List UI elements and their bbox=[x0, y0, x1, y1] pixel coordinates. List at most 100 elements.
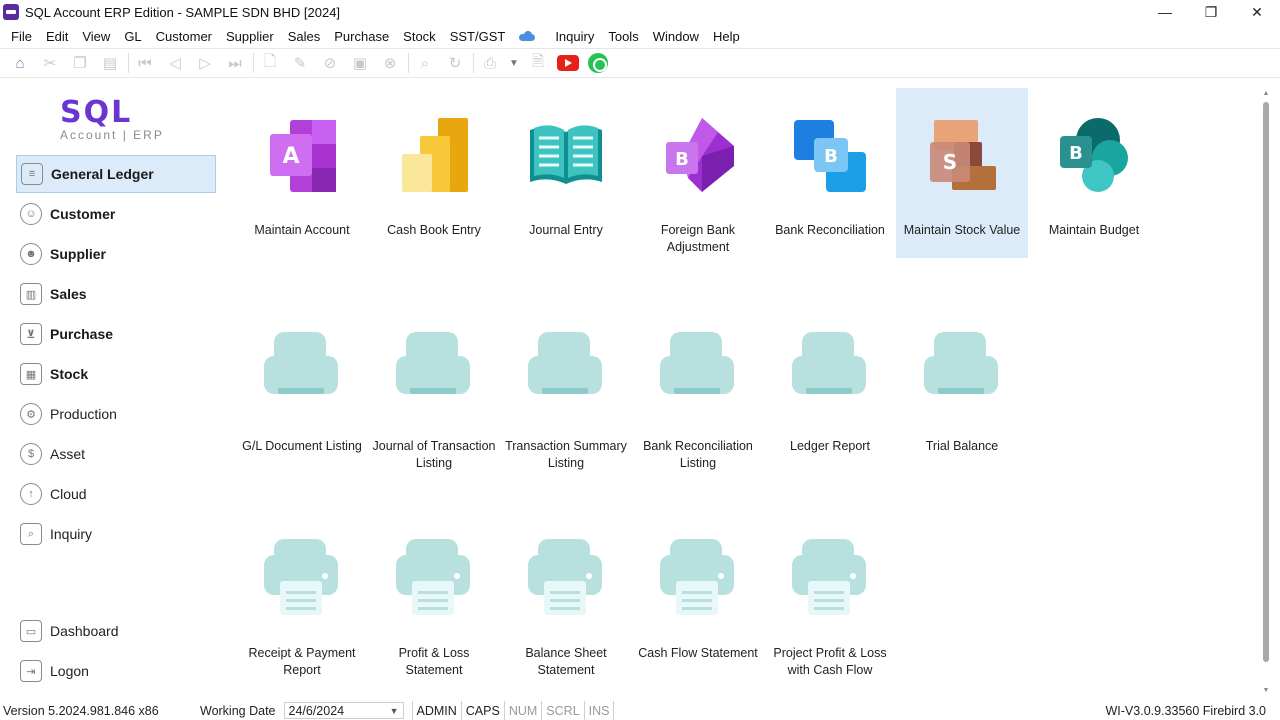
tile-trial-balance[interactable]: Trial Balance bbox=[896, 304, 1028, 474]
tile-gl-document-listing[interactable]: G/L Document Listing bbox=[236, 304, 368, 474]
tile-journal-of-transaction-listing[interactable]: Journal of Transaction Listing bbox=[368, 304, 500, 474]
scroll-down-icon[interactable]: ▼ bbox=[1262, 687, 1270, 695]
working-date-picker[interactable]: 24/6/2024 ▼ bbox=[283, 702, 404, 719]
tile-label: Journal Entry bbox=[529, 223, 603, 237]
sidebar-item-asset[interactable]: $ Asset bbox=[16, 435, 216, 473]
paste-icon[interactable]: ▤ bbox=[98, 51, 122, 75]
sidebar-item-label: Purchase bbox=[50, 326, 114, 342]
first-record-icon[interactable]: ⏮ bbox=[133, 51, 157, 75]
youtube-icon[interactable] bbox=[556, 51, 580, 75]
menu-stock[interactable]: Stock bbox=[396, 29, 443, 44]
tile-foreign-bank-adjustment[interactable]: B Foreign Bank Adjustment bbox=[632, 88, 764, 258]
tile-project-profit-loss-cash-flow[interactable]: Project Profit & Loss with Cash Flow bbox=[764, 511, 896, 681]
delete-doc-icon[interactable]: ⊘ bbox=[318, 51, 342, 75]
tile-maintain-stock-value[interactable]: S Maintain Stock Value bbox=[896, 88, 1028, 258]
cloud-upload-icon: ↑ bbox=[20, 483, 42, 505]
menu-view[interactable]: View bbox=[75, 29, 117, 44]
sidebar-item-general-ledger[interactable]: ≡ General Ledger bbox=[16, 155, 216, 193]
edit-doc-icon[interactable]: ✎ bbox=[288, 51, 312, 75]
tile-profit-loss-statement[interactable]: Profit & Loss Statement bbox=[368, 511, 500, 681]
sidebar-item-production[interactable]: ⚙ Production bbox=[16, 395, 216, 433]
sidebar-item-customer[interactable]: ☺ Customer bbox=[16, 195, 216, 233]
logo-subtitle: Account | ERP bbox=[60, 128, 164, 142]
whatsapp-icon[interactable] bbox=[586, 51, 610, 75]
sidebar-item-label: Sales bbox=[50, 286, 87, 302]
last-record-icon[interactable]: ⏭ bbox=[223, 51, 247, 75]
logon-icon: ⇥ bbox=[20, 660, 42, 682]
tile-transaction-summary-listing[interactable]: Transaction Summary Listing bbox=[500, 304, 632, 474]
stock-icon: ▦ bbox=[20, 363, 42, 385]
cloud-icon bbox=[519, 31, 536, 41]
print-icon[interactable]: ⎙ bbox=[478, 51, 502, 75]
menu-inquiry[interactable]: Inquiry bbox=[548, 29, 601, 44]
menu-gl[interactable]: GL bbox=[117, 29, 148, 44]
cut-icon[interactable]: ✂ bbox=[38, 51, 62, 75]
menu-customer[interactable]: Customer bbox=[149, 29, 219, 44]
sidebar-item-logon[interactable]: ⇥ Logon bbox=[16, 652, 216, 690]
prev-record-icon[interactable]: ◁ bbox=[163, 51, 187, 75]
cart-icon: ⊻ bbox=[20, 323, 42, 345]
tile-label: Cash Book Entry bbox=[387, 223, 481, 237]
menu-edit[interactable]: Edit bbox=[39, 29, 75, 44]
new-doc-icon[interactable]: 🗋 bbox=[258, 51, 282, 75]
menu-sales[interactable]: Sales bbox=[281, 29, 328, 44]
svg-text:B: B bbox=[675, 149, 689, 170]
sidebar-item-cloud[interactable]: ↑ Cloud bbox=[16, 475, 216, 513]
tile-bank-reconciliation[interactable]: B Bank Reconciliation bbox=[764, 88, 896, 258]
sidebar-item-supplier[interactable]: ☻ Supplier bbox=[16, 235, 216, 273]
toolbar: ⌂ ✂ ❐ ▤ ⏮ ◁ ▷ ⏭ 🗋 ✎ ⊘ ▣ ⊗ ⌕ ↻ ⎙ ▼ 🗎 bbox=[0, 48, 1280, 78]
dashboard-icon: ▭ bbox=[20, 620, 42, 642]
sql-logo: SQL Account | ERP bbox=[60, 98, 180, 144]
sidebar-item-label: Asset bbox=[50, 446, 86, 462]
menu-file[interactable]: File bbox=[4, 29, 39, 44]
tile-cash-book-entry[interactable]: Cash Book Entry bbox=[368, 88, 500, 258]
printer-report-icon bbox=[658, 539, 738, 619]
scroll-thumb[interactable] bbox=[1263, 102, 1269, 662]
tile-ledger-report[interactable]: Ledger Report bbox=[764, 304, 896, 474]
home-icon[interactable]: ⌂ bbox=[8, 51, 32, 75]
search-icon[interactable]: ⌕ bbox=[413, 51, 437, 75]
window-controls: — ❐ ✕ bbox=[1142, 0, 1280, 24]
menu-cloud[interactable] bbox=[512, 31, 548, 41]
menu-tools[interactable]: Tools bbox=[601, 29, 645, 44]
next-record-icon[interactable]: ▷ bbox=[193, 51, 217, 75]
sidebar-item-sales[interactable]: ▥ Sales bbox=[16, 275, 216, 313]
dollar-icon: $ bbox=[20, 443, 42, 465]
status-num: NUM bbox=[503, 701, 541, 720]
sidebar-item-dashboard[interactable]: ▭ Dashboard bbox=[16, 612, 216, 650]
menu-supplier[interactable]: Supplier bbox=[219, 29, 281, 44]
refresh-icon[interactable]: ↻ bbox=[443, 51, 467, 75]
menu-window[interactable]: Window bbox=[646, 29, 706, 44]
svg-text:B: B bbox=[824, 146, 838, 167]
menu-help[interactable]: Help bbox=[706, 29, 747, 44]
sidebar-item-stock[interactable]: ▦ Stock bbox=[16, 355, 216, 393]
menu-sst-gst[interactable]: SST/GST bbox=[443, 29, 513, 44]
tile-maintain-budget[interactable]: B Maintain Budget bbox=[1028, 88, 1160, 258]
cancel-icon[interactable]: ⊗ bbox=[378, 51, 402, 75]
preview-icon[interactable]: 🗎 bbox=[526, 51, 550, 75]
tile-journal-entry[interactable]: Journal Entry bbox=[500, 88, 632, 258]
scroll-up-icon[interactable]: ▲ bbox=[1262, 90, 1270, 98]
maximize-button[interactable]: ❐ bbox=[1188, 0, 1234, 24]
sidebar-item-label: Dashboard bbox=[50, 623, 119, 639]
sidebar-item-purchase[interactable]: ⊻ Purchase bbox=[16, 315, 216, 353]
save-icon[interactable]: ▣ bbox=[348, 51, 372, 75]
sidebar-item-label: Inquiry bbox=[50, 526, 93, 542]
tile-receipt-payment-report[interactable]: Receipt & Payment Report bbox=[236, 511, 368, 681]
menu-purchase[interactable]: Purchase bbox=[327, 29, 396, 44]
vertical-scrollbar[interactable]: ▲ ▼ bbox=[1262, 90, 1270, 695]
tile-balance-sheet-statement[interactable]: Balance Sheet Statement bbox=[500, 511, 632, 681]
logo-name: SQL bbox=[60, 95, 133, 130]
tile-maintain-account[interactable]: A Maintain Account bbox=[236, 88, 368, 258]
sidebar-item-label: General Ledger bbox=[51, 166, 154, 182]
printer-report-icon bbox=[790, 539, 870, 619]
tile-label: Cash Flow Statement bbox=[638, 646, 758, 660]
print-dropdown-icon[interactable]: ▼ bbox=[508, 51, 520, 75]
close-button[interactable]: ✕ bbox=[1234, 0, 1280, 24]
tile-cash-flow-statement[interactable]: Cash Flow Statement bbox=[632, 511, 764, 681]
tile-bank-reconciliation-listing[interactable]: Bank Reconciliation Listing bbox=[632, 304, 764, 474]
app-icon bbox=[3, 4, 19, 20]
copy-icon[interactable]: ❐ bbox=[68, 51, 92, 75]
minimize-button[interactable]: — bbox=[1142, 0, 1188, 24]
sidebar-item-inquiry[interactable]: ⌕ Inquiry bbox=[16, 515, 216, 553]
